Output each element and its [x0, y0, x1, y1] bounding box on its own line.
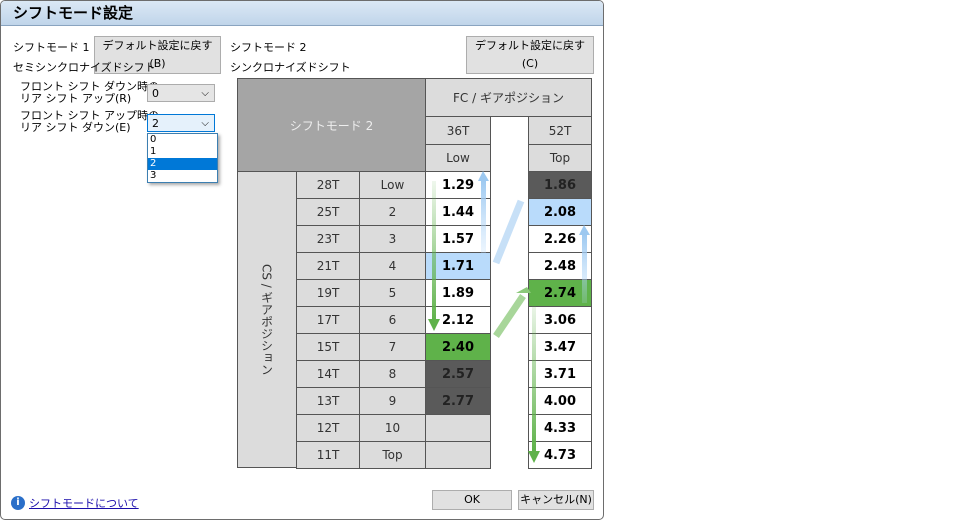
- shift-mode-dialog: シフトモード設定 シフトモード 1 デフォルト設定に戻す(B) セミシンクロナイ…: [0, 0, 604, 520]
- help-link[interactable]: i シフトモードについて: [11, 495, 139, 511]
- cancel-button[interactable]: キャンセル(N): [518, 490, 594, 510]
- cross-arrow-blue: [492, 199, 525, 265]
- down-arrow-36: [432, 181, 436, 321]
- up-arrow-36: [481, 179, 486, 259]
- up-arrow-52: [582, 233, 587, 303]
- info-icon: i: [11, 496, 25, 510]
- shift-arrows: [428, 171, 590, 463]
- down-arrow-52: [532, 301, 536, 451]
- cross-arrow-green: [493, 294, 526, 338]
- ok-button[interactable]: OK: [432, 490, 512, 510]
